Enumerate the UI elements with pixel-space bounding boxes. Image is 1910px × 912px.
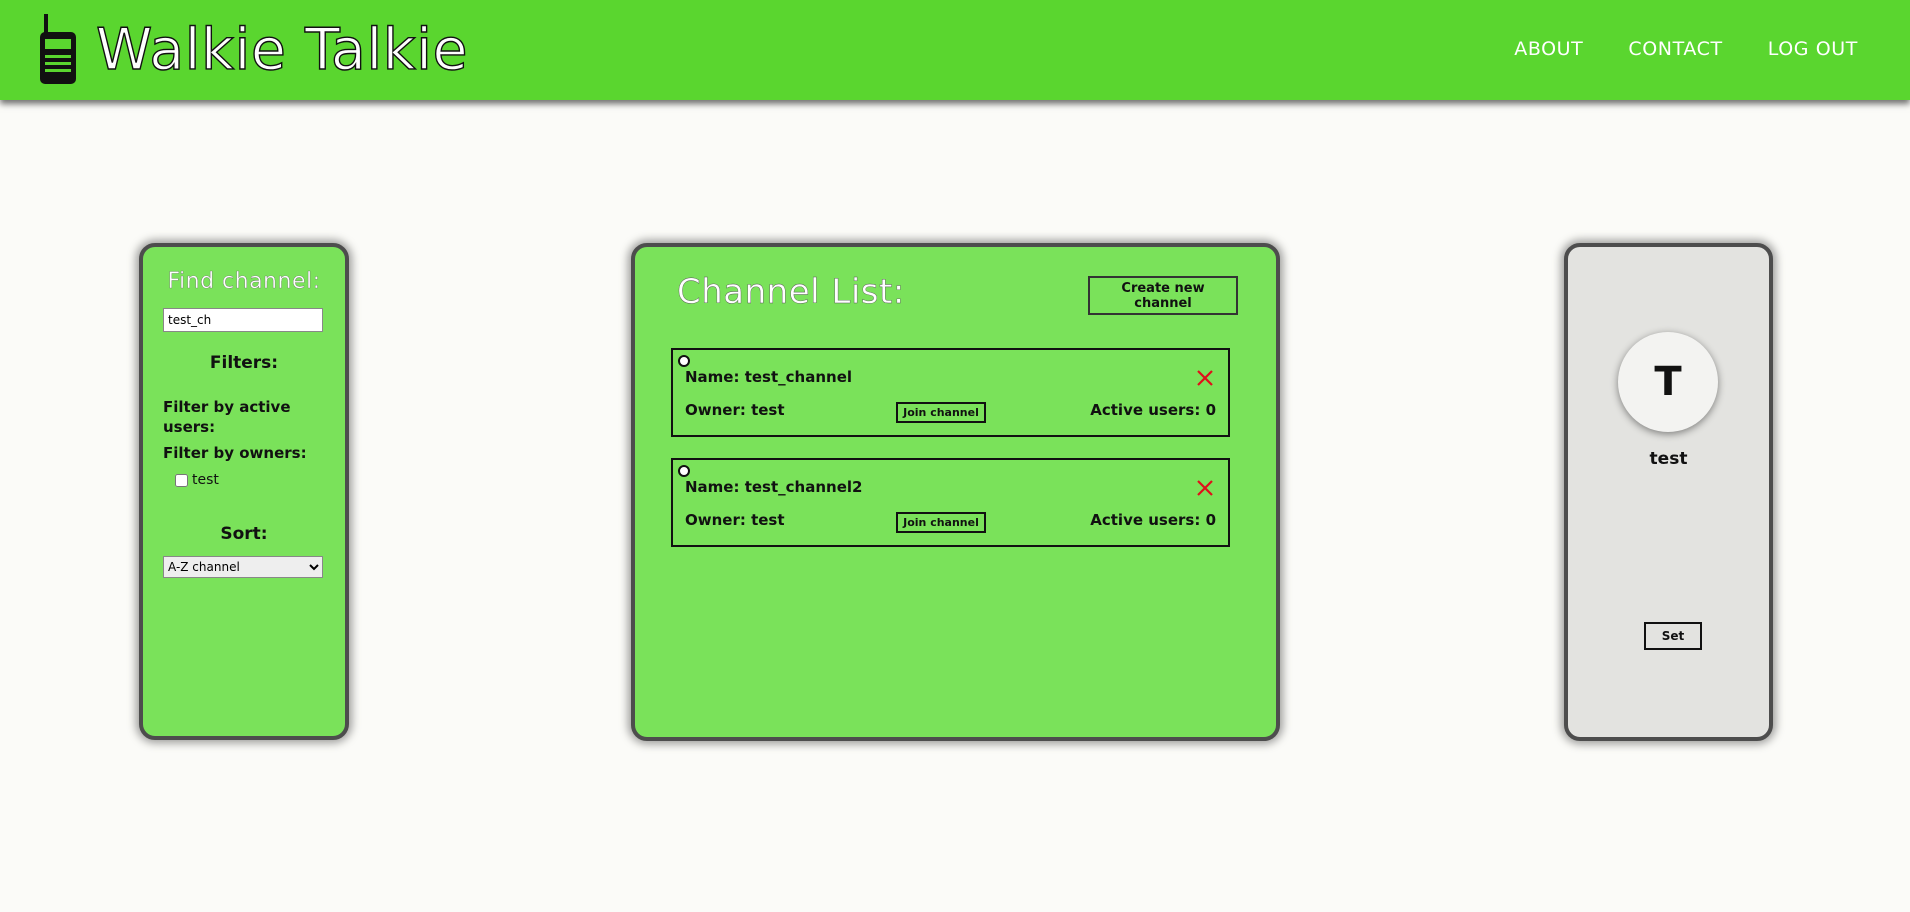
join-channel-button[interactable]: Join channel (896, 402, 986, 423)
status-dot-icon (678, 465, 690, 477)
nav-logout-link[interactable]: LOG OUT (1768, 38, 1858, 60)
username-label: test (1649, 449, 1688, 469)
profile-panel: T test Set (1564, 243, 1773, 741)
owner-filter-checkbox[interactable] (175, 473, 188, 487)
status-dot-icon (678, 355, 690, 367)
set-button[interactable]: Set (1644, 622, 1702, 650)
nav-contact-link[interactable]: CONTACT (1628, 38, 1722, 60)
active-users-count: Active users: 0 (1090, 511, 1216, 529)
nav-menu: ABOUT CONTACT LOG OUT (1514, 38, 1858, 60)
sort-select[interactable]: A-Z channel (163, 556, 323, 578)
create-channel-button[interactable]: Create new channel (1088, 276, 1238, 315)
channel-card: Name: test_channel2 Owner: test Join cha… (671, 458, 1230, 547)
owner-filter-test[interactable]: test (175, 472, 219, 488)
find-channel-panel: Find channel: Filters: Filter by active … (139, 243, 349, 740)
channel-owner: Owner: test (685, 401, 785, 419)
delete-x-icon[interactable] (1196, 479, 1214, 497)
filter-owners-label: Filter by owners: (163, 444, 307, 462)
walkie-talkie-icon[interactable] (38, 14, 80, 86)
owner-filter-label: test (192, 472, 219, 488)
top-header: Walkie Talkie ABOUT CONTACT LOG OUT (0, 0, 1910, 100)
sort-heading: Sort: (220, 524, 268, 544)
filters-heading: Filters: (209, 353, 279, 373)
find-channel-title: Find channel: (167, 269, 321, 294)
channel-list-panel: Channel List: Create new channel Name: t… (631, 243, 1280, 741)
app-title[interactable]: Walkie Talkie (95, 12, 468, 88)
channel-name: Name: test_channel2 (685, 478, 863, 496)
channel-list-title: Channel List: (677, 272, 905, 312)
channel-search-input[interactable] (163, 308, 323, 332)
active-users-count: Active users: 0 (1090, 401, 1216, 419)
channel-card: Name: test_channel Owner: test Join chan… (671, 348, 1230, 437)
channel-name: Name: test_channel (685, 368, 853, 386)
delete-x-icon[interactable] (1196, 369, 1214, 387)
filter-active-users-label: Filter by active users: (163, 398, 291, 436)
channel-owner: Owner: test (685, 511, 785, 529)
join-channel-button[interactable]: Join channel (896, 512, 986, 533)
avatar[interactable]: T (1618, 332, 1718, 432)
nav-about-link[interactable]: ABOUT (1514, 38, 1583, 60)
